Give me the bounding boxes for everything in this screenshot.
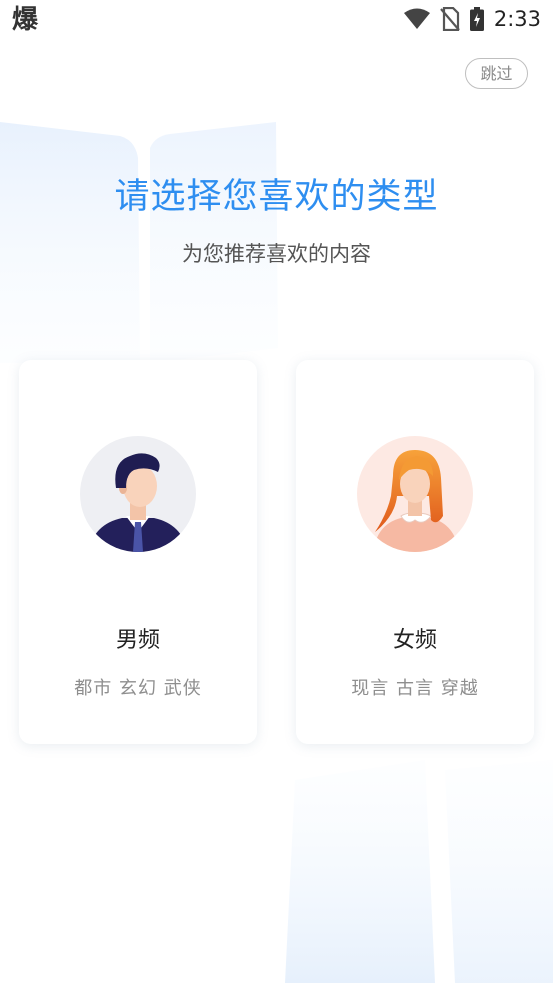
app-notification-icon: 爆 — [12, 5, 39, 35]
wifi-icon — [403, 8, 430, 29]
female-category-tags: 现言 古言 穿越 — [351, 678, 479, 699]
status-bar: 爆 2:33 — [0, 0, 553, 40]
male-category-card[interactable]: 男频 都市 玄幻 武侠 — [19, 360, 257, 744]
male-category-tags: 都市 玄幻 武侠 — [74, 678, 202, 699]
female-category-label: 女频 — [392, 628, 437, 653]
status-icons: 2:33 — [403, 5, 541, 33]
no-sim-icon — [439, 7, 460, 31]
battery-charging-icon — [469, 7, 484, 31]
female-avatar-icon — [357, 436, 473, 552]
male-avatar-icon — [80, 436, 196, 552]
page-title: 请选择您喜欢的类型 — [114, 177, 439, 217]
book-background-graphic — [285, 760, 553, 983]
skip-button[interactable]: 跳过 — [465, 58, 528, 89]
page-subtitle: 为您推荐喜欢的内容 — [182, 242, 371, 266]
male-category-label: 男频 — [115, 628, 160, 653]
female-category-card[interactable]: 女频 现言 古言 穿越 — [296, 360, 534, 744]
clock-time: 2:33 — [493, 7, 541, 31]
